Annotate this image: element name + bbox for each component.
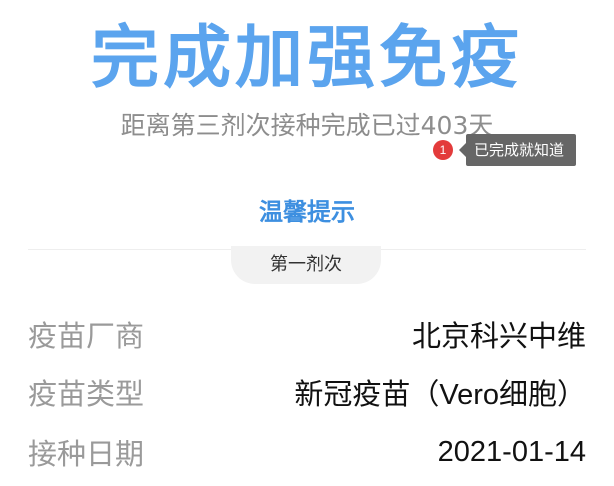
row-value: 北京科兴中维	[411, 321, 586, 353]
notification-badge: 1	[433, 140, 453, 160]
tooltip: 1 已完成就知道	[433, 134, 577, 166]
info-row-vaccine-type: 疫苗类型 新冠疫苗（Vero细胞）	[28, 372, 586, 412]
row-label: 疫苗类型	[28, 377, 145, 411]
tips-link[interactable]: 温馨提示	[0, 195, 614, 229]
dose-tab[interactable]: 第一剂次	[231, 246, 381, 284]
row-value: 2021-01-14	[437, 435, 586, 468]
info-row-date: 接种日期 2021-01-14	[28, 432, 586, 472]
row-value: 新冠疫苗（Vero细胞）	[294, 379, 586, 411]
tooltip-text: 已完成就知道	[466, 134, 577, 166]
row-label: 接种日期	[28, 437, 145, 471]
tooltip-arrow-icon	[459, 143, 466, 157]
info-row-manufacturer: 疫苗厂商 北京科兴中维	[28, 314, 586, 354]
row-label: 疫苗厂商	[28, 319, 145, 353]
page-title: 完成加强免疫	[90, 19, 523, 98]
